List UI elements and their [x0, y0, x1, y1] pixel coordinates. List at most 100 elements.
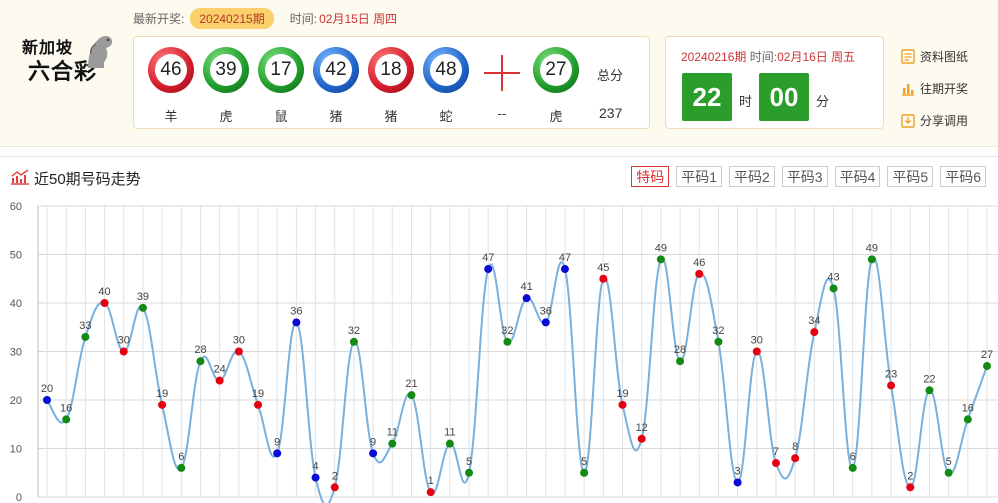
- tab-regular-1[interactable]: 平码1: [676, 166, 723, 187]
- link-share-label: 分享调用: [920, 113, 969, 128]
- data-label: 39: [137, 291, 149, 303]
- data-label: 5: [466, 456, 472, 468]
- data-label: 19: [616, 388, 628, 400]
- tab-regular-3[interactable]: 平码3: [781, 166, 828, 187]
- data-point: [676, 357, 685, 366]
- data-point: [273, 449, 282, 458]
- tab-regular-2[interactable]: 平码2: [729, 166, 775, 187]
- ball-5: 18: [368, 47, 414, 93]
- data-label: 16: [60, 402, 72, 414]
- latest-time-label: 时间:: [289, 11, 318, 26]
- data-point: [465, 468, 474, 477]
- data-label: 32: [501, 325, 513, 337]
- data-label: 16: [962, 402, 974, 414]
- tab-bar: 特码 平码1 平码2 平码3 平码4 平码5 平码6: [631, 166, 986, 187]
- draw-result-box: 46 羊 39 虎 17 鼠 42 猪 18 猪 48 蛇 -- 27 虎 总分…: [133, 36, 650, 129]
- ball-4: 42: [313, 47, 359, 93]
- data-label: 7: [773, 446, 779, 458]
- data-point: [771, 459, 780, 468]
- countdown-hours-unit: 时: [739, 94, 753, 109]
- data-point: [810, 328, 819, 337]
- document-icon: [901, 48, 915, 64]
- trend-section-header: 近50期号码走势 特码 平码1 平码2 平码3 平码4 平码5 平码6: [0, 156, 998, 196]
- latest-time-value: 02月15日 周四: [319, 11, 398, 26]
- data-point: [522, 294, 531, 303]
- data-point: [695, 269, 704, 278]
- data-label: 9: [370, 436, 376, 448]
- next-time-value: 02月16日 周五: [777, 50, 856, 64]
- data-label: 27: [981, 349, 993, 361]
- data-point: [752, 347, 761, 356]
- data-label: 43: [827, 271, 839, 283]
- data-point: [656, 255, 665, 264]
- data-label: 41: [520, 281, 532, 293]
- link-documents-label: 资料图纸: [920, 49, 969, 64]
- data-label: 30: [233, 335, 245, 347]
- latest-draw-row: 最新开奖: 20240215期 时间: 02月15日 周四: [133, 7, 398, 29]
- data-point: [599, 274, 608, 283]
- data-label: 36: [540, 305, 552, 317]
- countdown-minutes-unit: 分: [816, 94, 830, 109]
- tab-regular-6[interactable]: 平码6: [940, 166, 986, 187]
- ball-1-number: 46: [155, 54, 187, 86]
- data-label: 3: [735, 465, 741, 477]
- latest-issue-badge: 20240215期: [190, 7, 274, 29]
- logo: 新加坡 六合彩: [20, 30, 120, 86]
- link-share[interactable]: 分享调用: [901, 104, 968, 136]
- data-point: [43, 396, 51, 404]
- data-point: [560, 265, 569, 274]
- countdown-minutes: 00: [759, 73, 809, 121]
- link-history[interactable]: 往期开奖: [901, 72, 968, 104]
- trend-chart-area: 0 10 20 30 40 50 60 20 16 33 40 30 39 19 6 28 24 30 19 9 36 4…: [0, 197, 998, 503]
- data-point: [503, 337, 512, 346]
- trend-chart: 0102030405060201633403039196282430199364…: [10, 201, 998, 503]
- data-label: 47: [559, 252, 571, 264]
- ball-5-number: 18: [375, 54, 407, 86]
- data-point: [887, 381, 896, 390]
- data-point: [234, 347, 243, 356]
- data-point: [733, 478, 742, 487]
- ball-6: 48: [423, 47, 469, 93]
- data-label: 4: [313, 461, 319, 473]
- data-label: 34: [808, 315, 820, 327]
- data-label: 8: [792, 441, 798, 453]
- data-label: 47: [482, 252, 494, 264]
- data-point: [330, 483, 339, 492]
- link-documents[interactable]: 资料图纸: [901, 40, 968, 72]
- data-label: 30: [118, 335, 130, 347]
- data-point: [791, 454, 800, 463]
- merlion-icon: [88, 35, 113, 68]
- data-label: 23: [885, 368, 897, 380]
- data-point: [848, 463, 857, 472]
- y-tick-label: 10: [10, 444, 22, 456]
- data-point: [196, 357, 205, 366]
- sum-value: 237: [599, 105, 623, 121]
- tab-regular-5[interactable]: 平码5: [887, 166, 934, 187]
- y-tick-label: 30: [10, 347, 22, 359]
- data-label: 6: [178, 451, 184, 463]
- ball-6-number: 48: [430, 54, 462, 86]
- data-label: 9: [274, 436, 280, 448]
- tab-regular-4[interactable]: 平码4: [834, 166, 881, 187]
- data-label: 40: [98, 286, 110, 298]
- data-label: 33: [79, 320, 91, 332]
- sum-label: 总分: [597, 68, 624, 83]
- tab-special[interactable]: 特码: [631, 166, 670, 187]
- data-point: [254, 400, 263, 409]
- data-label: 22: [923, 373, 935, 385]
- data-label: 6: [850, 451, 856, 463]
- link-history-label: 往期开奖: [920, 81, 969, 96]
- y-tick-label: 50: [10, 250, 22, 262]
- data-label: 2: [332, 470, 338, 482]
- data-point: [541, 318, 550, 327]
- bar-chart-icon: [902, 83, 914, 96]
- trend-chart-icon: [11, 169, 29, 185]
- ball-1-zodiac: 羊: [164, 109, 178, 124]
- data-point: [100, 299, 109, 307]
- data-point: [177, 463, 186, 472]
- ball-4-number: 42: [320, 54, 352, 86]
- ball-2-number: 39: [210, 54, 242, 86]
- data-label: 2: [907, 470, 913, 482]
- data-point: [906, 483, 915, 492]
- top-panel: 新加坡 六合彩 最新开奖: 20240215期 时间: 02月15日 周四 46…: [0, 0, 998, 147]
